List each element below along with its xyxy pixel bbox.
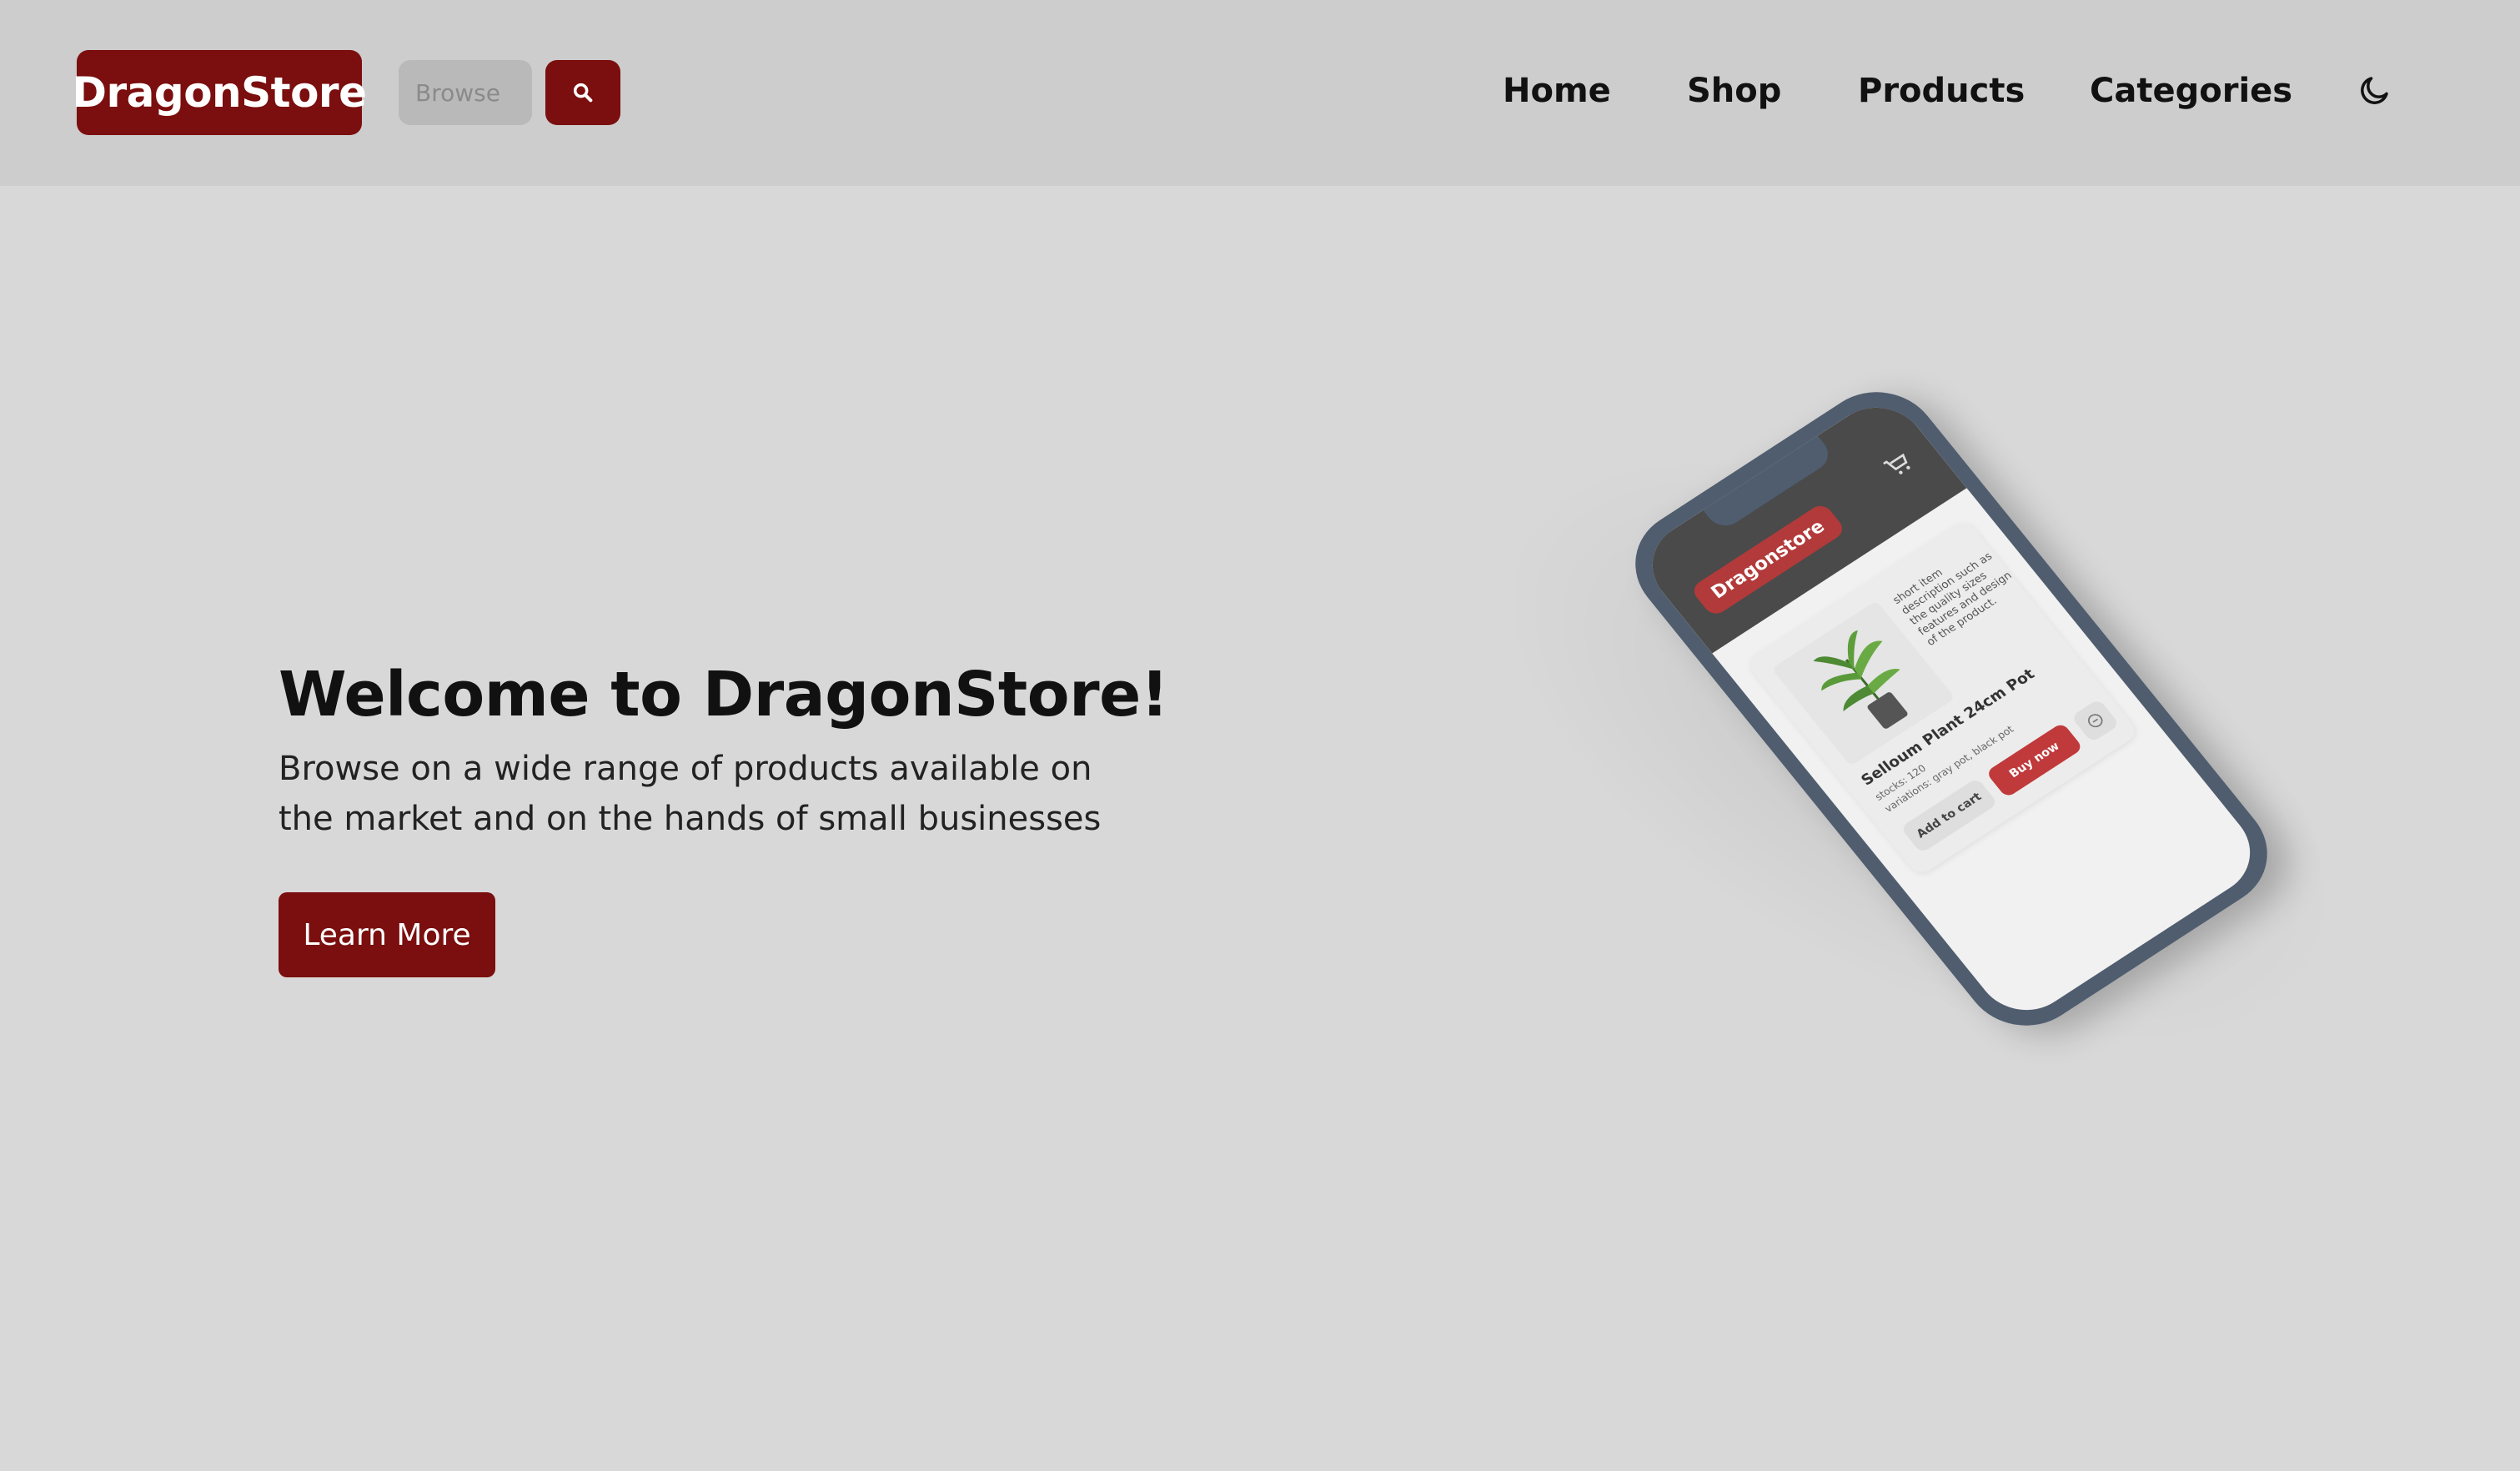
- header: DragonStore Home Shop Products Categorie…: [0, 0, 2520, 186]
- search-button[interactable]: [545, 60, 620, 125]
- theme-toggle-button[interactable]: [2355, 67, 2395, 113]
- search-icon: [573, 83, 593, 103]
- moon-icon: [2361, 77, 2388, 104]
- hero-title: Welcome to DragonStore!: [279, 659, 1169, 730]
- hero-text: Browse on a wide range of products avail…: [279, 750, 1102, 838]
- learn-more-button[interactable]: Learn More: [279, 892, 495, 977]
- more-icon: [2087, 714, 2103, 728]
- nav-shop[interactable]: Shop: [1687, 63, 1781, 118]
- phone-more-button: [2071, 698, 2121, 743]
- nav-products[interactable]: Products: [1858, 63, 2025, 118]
- logo[interactable]: DragonStore: [73, 50, 367, 135]
- nav-categories[interactable]: Categories: [2090, 63, 2292, 118]
- cart-icon: [1883, 453, 1910, 474]
- product-description: short item description such as the quali…: [1890, 550, 2015, 649]
- search-input[interactable]: [399, 60, 532, 125]
- nav-home[interactable]: Home: [1503, 63, 1611, 118]
